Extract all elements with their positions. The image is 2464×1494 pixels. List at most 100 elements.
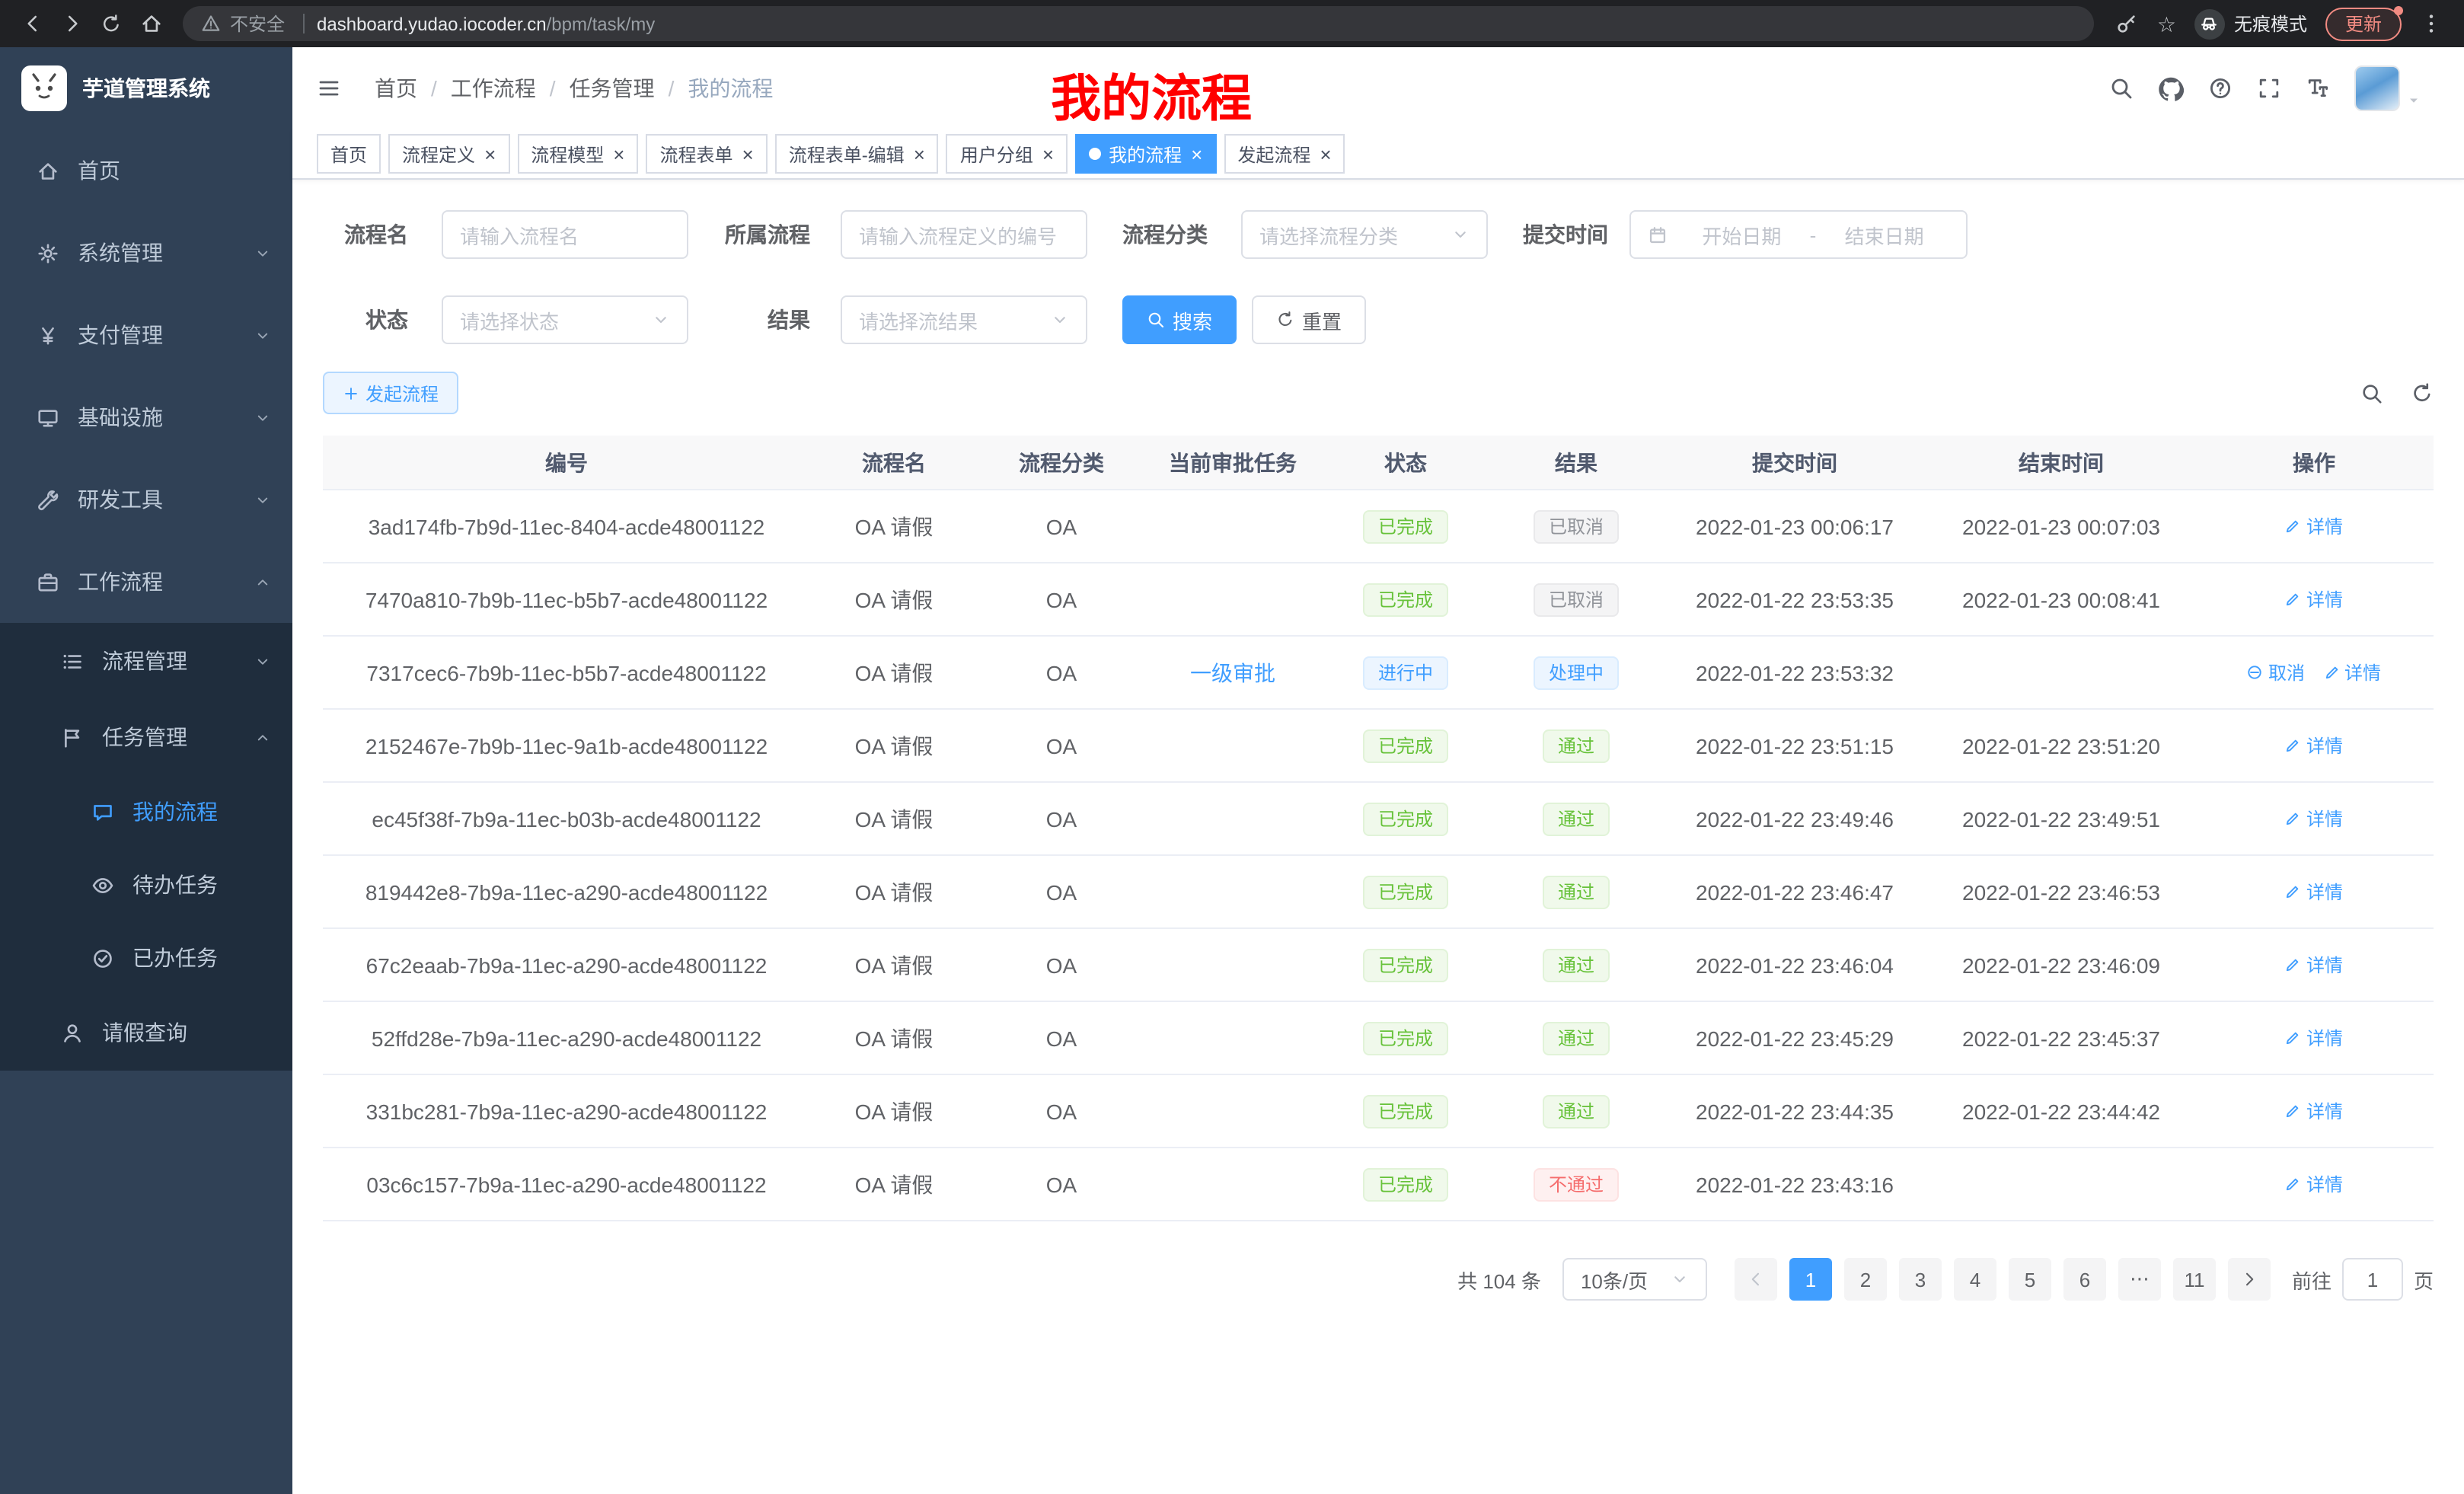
result-select[interactable]: 请选择流结果 [841,295,1087,344]
page-button-3[interactable]: 3 [1899,1258,1942,1301]
column-header: 操作 [2194,447,2434,477]
sidebar-item-my-process[interactable]: 我的流程 [0,775,292,848]
process-name-cell: OA 请假 [810,1169,978,1199]
search-button[interactable]: 搜索 [1122,295,1237,344]
detail-link[interactable]: 详情 [2285,952,2343,978]
current-task-link[interactable]: 一级审批 [1190,660,1275,685]
key-icon[interactable] [2116,12,2139,35]
date-range-picker[interactable]: 开始日期 - 结束日期 [1629,210,1968,259]
bookmark-star-icon[interactable]: ☆ [2157,13,2176,34]
page-button-2[interactable]: 2 [1844,1258,1887,1301]
sidebar-item-leave-query[interactable]: 请假查询 [0,994,292,1071]
process-name-input[interactable]: 请输入流程名 [442,210,688,259]
detail-link[interactable]: 详情 [2285,1025,2343,1051]
sidebar-item-label: 待办任务 [132,870,271,900]
create-process-button[interactable]: 发起流程 [323,372,458,414]
search-icon[interactable] [2109,76,2134,101]
sidebar-item-devtools[interactable]: 研发工具 [0,458,292,541]
page-button-6[interactable]: 6 [2063,1258,2106,1301]
tab-close-icon[interactable]: × [484,144,496,164]
detail-link[interactable]: 详情 [2285,513,2343,539]
tab-1[interactable]: 首页 [317,134,381,174]
category-select[interactable]: 请选择流程分类 [1241,210,1488,259]
status-cell: 已完成 [1320,802,1491,835]
end-time-cell: 2022-01-22 23:46:53 [1928,879,2194,904]
detail-link[interactable]: 详情 [2285,1171,2343,1197]
incognito-badge: 无痕模式 [2194,8,2307,39]
prev-page-button[interactable] [1735,1258,1777,1301]
menu-dots-icon[interactable] [2420,12,2443,35]
tab-close-icon[interactable]: × [1320,144,1331,164]
status-select[interactable]: 请选择状态 [442,295,688,344]
tab-8[interactable]: 发起流程× [1224,134,1345,174]
detail-link[interactable]: 详情 [2285,879,2343,905]
detail-link[interactable]: 详情 [2285,1098,2343,1124]
tab-4[interactable]: 流程表单× [646,134,767,174]
breadcrumb-item[interactable]: 工作流程 [451,73,536,104]
cancel-link[interactable]: 取消 [2247,659,2305,685]
sidebar-item-task-manage[interactable]: 任务管理 [0,699,292,775]
result-tag: 通过 [1543,1021,1610,1055]
sidebar-item-payment[interactable]: 支付管理 [0,294,292,376]
tab-close-icon[interactable]: × [742,144,754,164]
sidebar-toggle-button[interactable] [317,76,341,101]
sidebar-item-done-tasks[interactable]: 已办任务 [0,921,292,994]
table-row: 3ad174fb-7b9d-11ec-8404-acde48001122OA 请… [323,490,2434,563]
tab-close-icon[interactable]: × [613,144,624,164]
tab-3[interactable]: 流程模型× [517,134,638,174]
sidebar-item-system[interactable]: 系统管理 [0,212,292,294]
sidebar-item-infrastructure[interactable]: 基础设施 [0,376,292,458]
reload-button[interactable] [91,4,131,43]
page-jump-input[interactable]: 1 [2342,1258,2403,1301]
next-page-button[interactable] [2228,1258,2271,1301]
tab-close-icon[interactable]: × [1191,144,1202,164]
sidebar-item-home[interactable]: 首页 [0,129,292,212]
search-toggle-button[interactable] [2360,381,2383,404]
reset-button[interactable]: 重置 [1252,295,1366,344]
page-button-1[interactable]: 1 [1789,1258,1832,1301]
page-button-4[interactable]: 4 [1954,1258,1996,1301]
user-avatar[interactable] [2354,65,2421,111]
tab-2[interactable]: 流程定义× [388,134,509,174]
tab-6[interactable]: 用户分组× [946,134,1068,174]
forward-button[interactable] [52,4,91,43]
submit-time-cell: 2022-01-23 00:06:17 [1661,514,1928,538]
detail-link[interactable]: 详情 [2285,586,2343,612]
page-size-select[interactable]: 10条/页 [1562,1258,1707,1301]
process-name-placeholder: 请输入流程名 [460,220,579,249]
tab-close-icon[interactable]: × [914,144,925,164]
github-icon[interactable] [2158,75,2184,101]
result-tag: 通过 [1543,1094,1610,1128]
action-label: 取消 [2268,659,2305,685]
page-button-11[interactable]: 11 [2173,1258,2216,1301]
address-bar[interactable]: 不安全 dashboard.yudao.iocoder.cn/bpm/task/… [183,6,2095,41]
more-pages-button[interactable]: ⋯ [2118,1258,2161,1301]
breadcrumb-item[interactable]: 首页 [375,73,417,104]
back-button[interactable] [12,4,52,43]
sidebar-item-workflow[interactable]: 工作流程 [0,541,292,623]
tab-close-icon[interactable]: × [1042,144,1054,164]
goto-label: 前往 [2292,1265,2332,1294]
detail-link[interactable]: 详情 [2323,659,2381,685]
breadcrumb-item[interactable]: 任务管理 [570,73,655,104]
sidebar-item-process-manage[interactable]: 流程管理 [0,623,292,699]
browser-home-button[interactable] [131,4,171,43]
fullscreen-icon[interactable] [2257,76,2281,101]
table-refresh-button[interactable] [2411,381,2434,404]
status-tag: 已完成 [1363,802,1448,835]
sidebar-item-todo-tasks[interactable]: 待办任务 [0,848,292,921]
actions-cell: 详情 [2194,952,2434,978]
tab-7[interactable]: 我的流程× [1075,134,1216,174]
gear-icon [37,241,59,264]
tab-5[interactable]: 流程表单-编辑× [775,134,939,174]
detail-link[interactable]: 详情 [2285,733,2343,758]
result-cell: 通过 [1491,1094,1661,1128]
app-logo[interactable]: 芋道管理系统 [0,47,292,129]
font-size-icon[interactable] [2306,76,2330,101]
help-icon[interactable] [2208,76,2233,101]
end-time-cell: 2022-01-22 23:46:09 [1928,953,2194,977]
process-def-input[interactable]: 请输入流程定义的编号 [841,210,1087,259]
update-button[interactable]: 更新 [2325,7,2402,40]
detail-link[interactable]: 详情 [2285,806,2343,832]
page-button-5[interactable]: 5 [2009,1258,2051,1301]
